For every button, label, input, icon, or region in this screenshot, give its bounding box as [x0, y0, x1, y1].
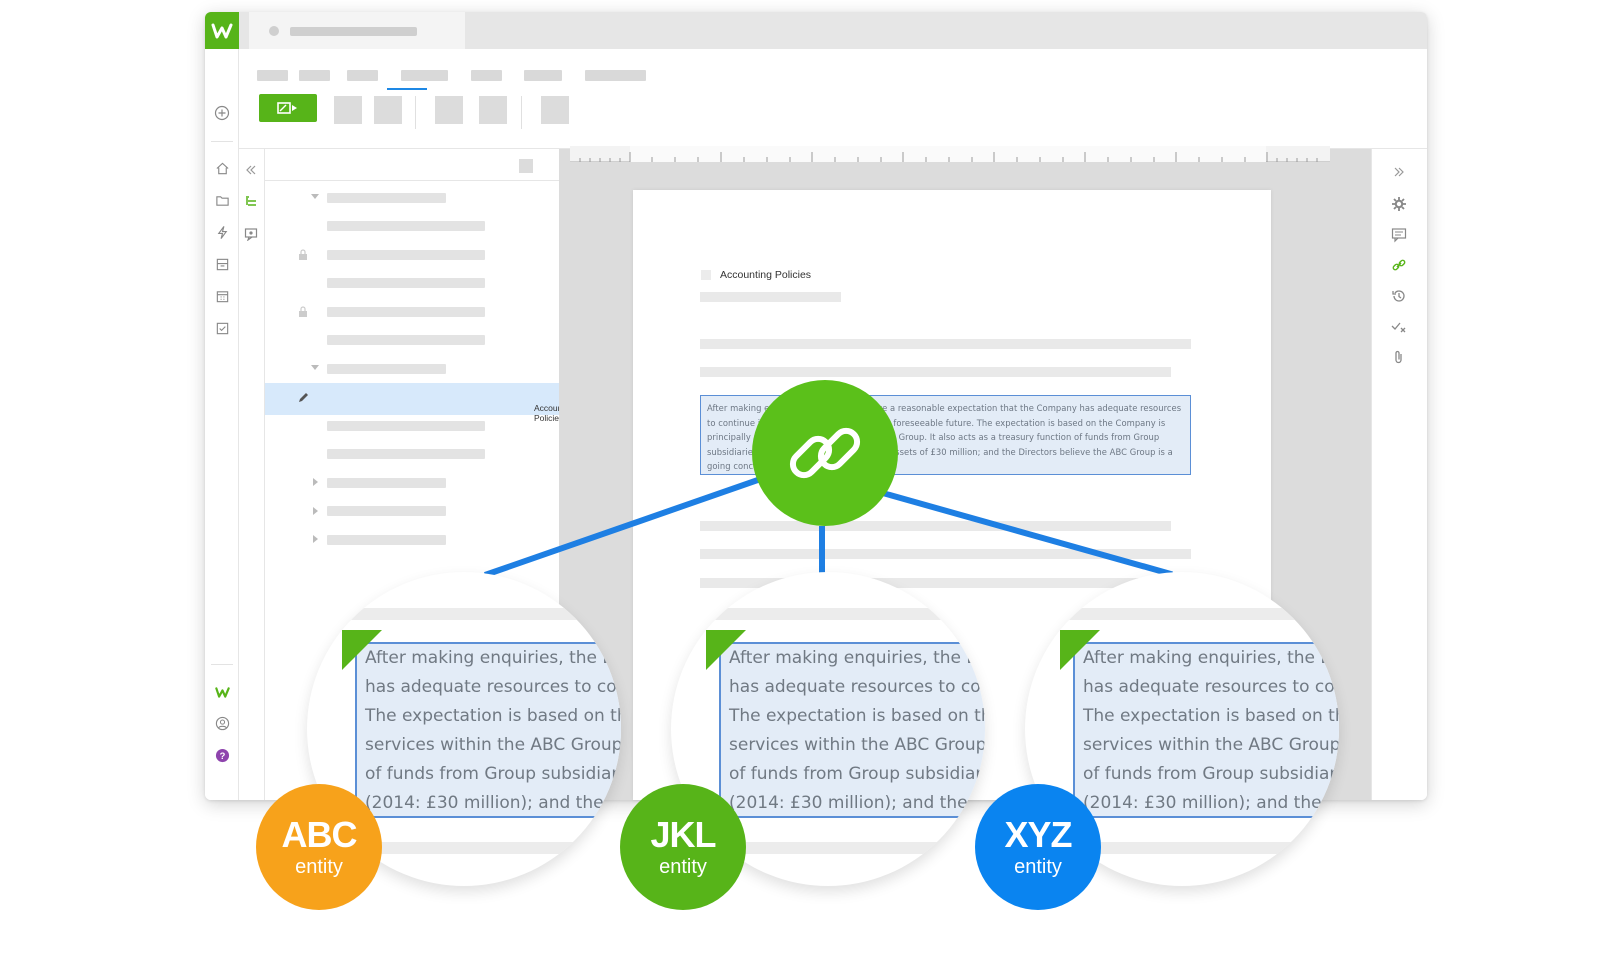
- chevron-right-icon[interactable]: [313, 535, 319, 543]
- pencil-icon: [299, 393, 308, 402]
- outline-item[interactable]: [327, 250, 485, 260]
- section-checkbox[interactable]: [701, 270, 711, 280]
- outline-item[interactable]: [327, 364, 446, 374]
- ruler-ticks: [579, 152, 1318, 162]
- connector-line: [819, 526, 825, 578]
- link-hub: [752, 380, 898, 526]
- entity-name: ABC: [281, 814, 358, 855]
- comment-icon[interactable]: [1391, 227, 1407, 248]
- text-line: [700, 292, 841, 302]
- lock-icon: [299, 249, 307, 260]
- entity-badge-abc: ABC entity: [256, 784, 382, 910]
- outline-item[interactable]: [327, 421, 485, 431]
- text-line: [700, 521, 1171, 531]
- link-icon[interactable]: [1391, 257, 1407, 278]
- check-x-icon[interactable]: [1391, 319, 1407, 340]
- outline-item[interactable]: [327, 478, 446, 488]
- entity-name: XYZ: [1004, 814, 1072, 855]
- entity-label: entity: [659, 856, 707, 878]
- chevron-down-icon[interactable]: [311, 365, 319, 371]
- link-chain-icon: [789, 427, 861, 479]
- outline-item[interactable]: [327, 335, 485, 345]
- chevron-down-icon[interactable]: [311, 194, 319, 200]
- text-line: [700, 367, 1171, 377]
- expand-panel-icon[interactable]: [1392, 165, 1406, 184]
- entity-label: entity: [295, 856, 343, 878]
- section-title: Accounting Policies: [720, 269, 812, 281]
- ruler: [570, 146, 1330, 162]
- entity-name: JKL: [650, 814, 716, 855]
- zoomed-text: After making enquiries, the Dir has adequ…: [1083, 648, 1339, 813]
- outline-item-selected[interactable]: [265, 383, 559, 415]
- lock-icon: [299, 306, 307, 317]
- stage: ? Accounting Policies Accounting Policie…: [0, 0, 1600, 957]
- zoomed-text: After making enquiries, the Dir has adequ…: [729, 648, 985, 813]
- entity-badge-jkl: JKL entity: [620, 784, 746, 910]
- zoomed-text: After making enquiries, the Dir has adequ…: [365, 648, 621, 813]
- right-tool-rail: [1371, 149, 1427, 800]
- menu-item[interactable]: [585, 70, 646, 81]
- entity-badge-xyz: XYZ entity: [975, 784, 1101, 910]
- outline-item[interactable]: [327, 449, 485, 459]
- outline-item[interactable]: [327, 278, 485, 288]
- chevron-right-icon[interactable]: [313, 478, 319, 486]
- chevron-right-icon[interactable]: [313, 507, 319, 515]
- history-icon[interactable]: [1391, 288, 1407, 309]
- outline-item[interactable]: [327, 307, 485, 317]
- outline-item[interactable]: [327, 221, 485, 231]
- outline-item[interactable]: [327, 506, 446, 516]
- outline-item[interactable]: [327, 193, 446, 203]
- attachment-icon[interactable]: [1391, 349, 1407, 370]
- text-line: [700, 339, 1191, 349]
- outline-item[interactable]: [327, 535, 446, 545]
- gear-icon[interactable]: [1391, 196, 1407, 217]
- entity-label: entity: [1014, 856, 1062, 878]
